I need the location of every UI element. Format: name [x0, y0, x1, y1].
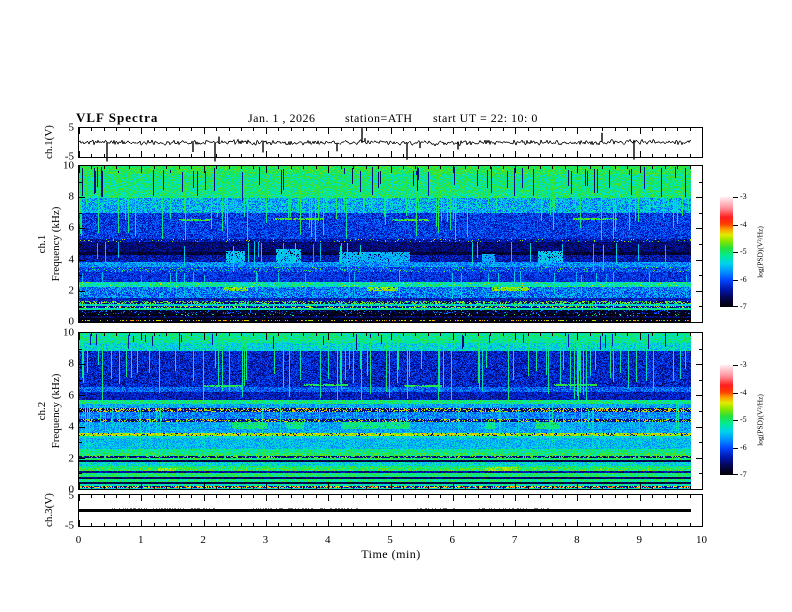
- ch1-spectrogram-canvas: [79, 166, 702, 322]
- colorbar-tick-label: -5: [740, 415, 747, 424]
- ch1-channel-label: ch.1: [36, 234, 48, 254]
- time-tick-label: 3: [262, 534, 269, 546]
- volt-tick-label: -5: [64, 519, 74, 532]
- volt-tick-label: 5: [68, 489, 75, 502]
- volt-tick-label: -5: [64, 150, 74, 163]
- ch2-frequency-axis-label: Frequency (kHz): [50, 373, 62, 449]
- freq-tick-label-ch1: 2: [68, 284, 75, 297]
- time-tick-label: 10: [696, 534, 707, 546]
- colorbar-tick-label: -3: [740, 360, 747, 369]
- ch2-spectrogram-canvas: [79, 333, 702, 489]
- freq-tick-label-ch2: 2: [68, 452, 75, 465]
- time-axis-label: Time (min): [361, 547, 421, 561]
- time-tick-label: 2: [200, 534, 206, 546]
- freq-tick-label-ch1: 6: [68, 221, 75, 234]
- time-tick-label: 6: [449, 534, 456, 546]
- colorbar-tick-label: -6: [740, 274, 747, 284]
- time-tick-label: 8: [574, 534, 580, 546]
- colorbar-tick-label: -7: [740, 470, 747, 479]
- colorbar-tick-label: -3: [740, 192, 747, 201]
- colorbar-tick-label: -6: [740, 442, 747, 452]
- ch1-frequency-axis-label: Frequency (kHz): [50, 206, 62, 282]
- time-tick-label: 1: [138, 534, 144, 546]
- colorbar-tick-label: -4: [740, 387, 747, 397]
- freq-tick-label-ch2: 4: [68, 420, 75, 433]
- freq-tick-label-ch2: 10: [63, 326, 74, 339]
- colorbar-ch1: [720, 197, 740, 307]
- time-tick-label: 9: [636, 534, 642, 546]
- time-tick-label: 0: [75, 534, 82, 546]
- freq-tick-label-ch2: 8: [68, 357, 75, 370]
- ch3-waveform-canvas: [79, 495, 702, 526]
- freq-tick-label-ch1: 8: [68, 190, 75, 203]
- vlf-spectra-plot-page: VLF Spectra Jan. 1 , 2026 station=ATH st…: [0, 0, 792, 612]
- time-tick-label: 7: [511, 534, 518, 546]
- colorbar-ch2-label: log(PSD)(V²/Hz): [755, 394, 765, 446]
- volt-tick-label: 5: [68, 121, 75, 134]
- ch1-waveform-canvas: [79, 113, 702, 173]
- time-tick-label: 4: [324, 534, 331, 546]
- colorbar-ch2: [720, 365, 740, 475]
- colorbar-ch1-label: log(PSD)(V²/Hz): [755, 226, 765, 278]
- colorbar-tick-label: -4: [740, 219, 747, 229]
- ch2-channel-label: ch.2: [36, 401, 48, 421]
- colorbar-tick-label: -7: [740, 302, 747, 311]
- freq-tick-label-ch1: 4: [68, 253, 75, 266]
- freq-tick-label-ch2: 6: [68, 389, 75, 402]
- colorbar-tick-label: -5: [740, 247, 747, 256]
- time-tick-label: 5: [387, 534, 393, 546]
